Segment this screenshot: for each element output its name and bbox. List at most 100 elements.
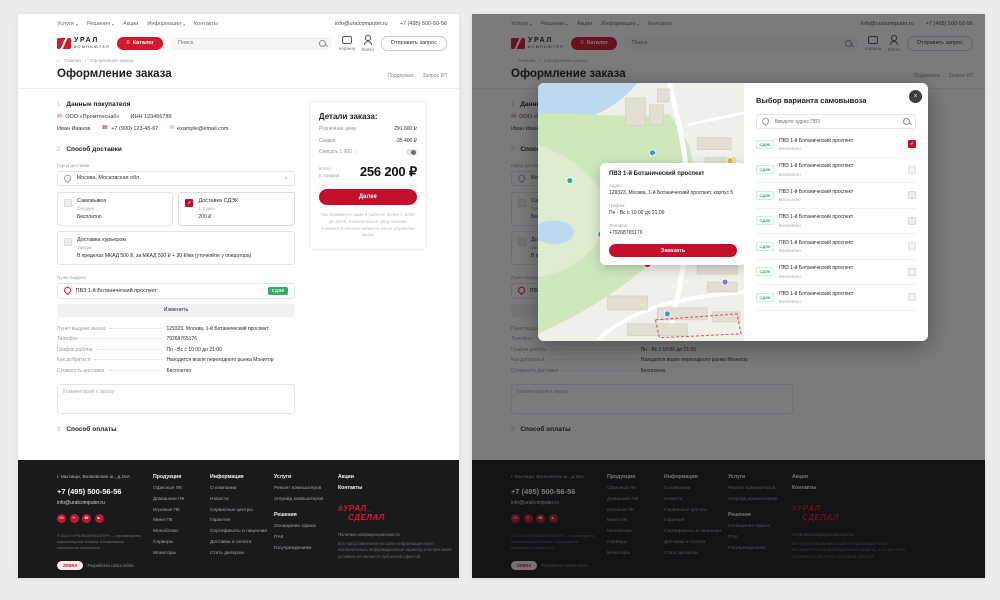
hashtag-logo: #УРАЛ_ СДЕЛАЛ xyxy=(338,504,458,522)
delivery-option-courier[interactable]: Доставка курьеромЗавтраВ пределах МКАД 5… xyxy=(57,231,295,265)
order-comment-input[interactable] xyxy=(57,384,295,414)
clear-icon[interactable]: × xyxy=(284,175,288,182)
pvz-search-input[interactable] xyxy=(773,118,900,126)
footer-link[interactable]: Стать дилером xyxy=(210,550,274,557)
bonus-toggle[interactable] xyxy=(406,149,417,155)
footer-link[interactable]: ПАК xyxy=(274,534,338,541)
footer-link[interactable]: Госучреждениям xyxy=(274,545,338,552)
footer-phone[interactable]: +7 (495) 500-56-56 xyxy=(57,487,153,496)
checkbox-unchecked[interactable] xyxy=(908,217,916,225)
login-button[interactable]: Войти xyxy=(362,35,374,52)
pickup-details: Пункт выдачи заказа129323, Москва, 1-й Б… xyxy=(57,326,295,374)
order-summary-card: Детали заказа: Розничная цена291 600 ₽ С… xyxy=(309,101,427,251)
customer-company: ООО «Промтехснаб» xyxy=(65,114,119,120)
footer-link[interactable]: Ремонт компьютеров xyxy=(274,485,338,492)
checkbox-unchecked[interactable] xyxy=(64,199,72,207)
pickup-map[interactable]: ПВЗ 1-й Ботанический проспект Адрес: 129… xyxy=(538,83,744,341)
order-here-button[interactable]: Заказать xyxy=(609,244,737,257)
pickup-list-item[interactable]: СДЭКПВЗ 1-й Ботанический проспектБесплат… xyxy=(756,209,916,235)
pickup-list-item[interactable]: СДЭКПВЗ 1-й Ботанический проспектБесплат… xyxy=(756,183,916,209)
catalog-label: Каталог xyxy=(133,40,154,46)
kp-request-link[interactable]: Запрос КП xyxy=(423,73,447,79)
next-button[interactable]: Далее xyxy=(319,189,417,205)
checkbox-checked[interactable]: ✓ xyxy=(185,199,193,207)
city-input[interactable] xyxy=(75,174,281,182)
checkbox-checked[interactable]: ✓ xyxy=(908,140,916,148)
catalog-button[interactable]: ≡Каталог xyxy=(117,37,163,50)
user-icon xyxy=(364,35,373,45)
search-icon[interactable] xyxy=(903,118,910,125)
checkbox-unchecked[interactable] xyxy=(64,238,72,246)
footer-link-contacts[interactable]: Контакты xyxy=(338,485,458,491)
site-footer: г. Мытищи, Волковское ш., д.15А +7 (495)… xyxy=(18,460,459,578)
pickup-modal: × xyxy=(538,83,928,341)
close-icon[interactable]: × xyxy=(909,90,922,103)
footer-link[interactable]: Мини ПК xyxy=(153,517,210,524)
support-link[interactable]: Поддержка xyxy=(387,73,413,79)
pickup-list-item[interactable]: СДЭКПВЗ 1-й Ботанический проспектБесплат… xyxy=(756,285,916,311)
footer-link-promos[interactable]: Акции xyxy=(338,474,458,480)
option-term: Сегодня xyxy=(77,206,106,211)
footer-email[interactable]: info@uralcomputer.ru xyxy=(57,500,153,506)
footer-link[interactable]: Игровые ПК xyxy=(153,507,210,514)
info-icon[interactable]: ⓘ xyxy=(354,149,359,155)
detail-row: Как добратьсяНаходится возле переходного… xyxy=(57,357,295,363)
checkbox-unchecked[interactable] xyxy=(908,166,916,174)
pickup-list-item[interactable]: СДЭКПВЗ 1-й Ботанический проспектБесплат… xyxy=(756,158,916,184)
delivery-option-cdek[interactable]: ✓ Доставка СДЭК1-3 дня200 ₽ xyxy=(178,192,294,226)
pickup-list-item[interactable]: СДЭКПВЗ 1-й Ботанический проспектБесплат… xyxy=(756,234,916,260)
footer-link[interactable]: Сервисные центры xyxy=(210,507,274,514)
footer-link[interactable]: Сертификаты и лицензии xyxy=(210,528,274,535)
footer-link[interactable]: Новости xyxy=(210,496,274,503)
pvz-search-bar xyxy=(756,114,916,129)
footer-link[interactable]: Оснащение офиса xyxy=(274,523,338,530)
schedule-value: Пн - Вс с 10:00 до 21:00 xyxy=(609,210,737,218)
youtube-icon[interactable]: ▶ xyxy=(95,514,104,523)
change-pickup-button[interactable]: Изменить xyxy=(57,304,295,317)
checkbox-unchecked[interactable] xyxy=(908,293,916,301)
screenshot-left-checkout: Услуги▾ Решения▾ Акции Информация▾ Конта… xyxy=(18,14,459,578)
bonus-label: Списать 1 000 xyxy=(319,149,352,155)
checkbox-unchecked[interactable] xyxy=(908,191,916,199)
pickup-list-item[interactable]: СДЭКПВЗ 1-й Ботанический проспектБесплат… xyxy=(756,260,916,286)
carrier-badge: СДЭК xyxy=(756,216,774,225)
search-input[interactable] xyxy=(176,39,315,47)
footer-link[interactable]: Мониторы xyxy=(153,550,210,557)
privacy-policy-link[interactable]: Политика конфиденциальности xyxy=(338,532,458,537)
footer-link[interactable]: Офисные ПК xyxy=(153,485,210,492)
footer-link[interactable]: Апгрейд компьютеров xyxy=(274,496,338,503)
vk-icon[interactable]: VK xyxy=(57,514,66,523)
delivery-option-pickup[interactable]: СамовывозСегодняБесплатно xyxy=(57,192,173,226)
city-field: × xyxy=(57,171,295,186)
carrier-badge: СДЭК xyxy=(756,165,774,174)
footer-disclaimer: Вся представленная на сайте информация н… xyxy=(338,541,454,560)
telegram-icon[interactable]: ✈ xyxy=(70,514,79,523)
header-main: УРАЛ КОМПЬЮТЕР ≡Каталог Корзина Войти От… xyxy=(18,27,459,52)
detail-row: График работыПн - Вс с 10:00 до 21:00 xyxy=(57,347,295,353)
footer-link[interactable]: О компании xyxy=(210,485,274,492)
chevron-down-icon: ▾ xyxy=(112,22,114,27)
footer-link[interactable]: Моноблоки xyxy=(153,528,210,535)
checkbox-unchecked[interactable] xyxy=(908,242,916,250)
delivery-section: 2Способ доставки Город доставки × Самовы… xyxy=(57,146,295,414)
footer-link[interactable]: Домашние ПК xyxy=(153,496,210,503)
customer-name: Иван Иванов xyxy=(57,126,90,132)
toggle-knob xyxy=(411,150,416,155)
customer-inn: ИНН 123456789 xyxy=(131,114,172,120)
carrier-badge: СДЭК xyxy=(756,267,774,276)
send-request-button[interactable]: Отправить запрос xyxy=(381,36,447,51)
checkbox-unchecked[interactable] xyxy=(908,268,916,276)
pickup-list-item[interactable]: СДЭКПВЗ 1-й Ботанический проспектБесплат… xyxy=(756,132,916,158)
whatsapp-icon[interactable]: ☎ xyxy=(82,514,91,523)
step-number: 1 xyxy=(57,102,60,108)
footer-link[interactable]: Серверы xyxy=(153,539,210,546)
brand-logo[interactable]: УРАЛ КОМПЬЮТЕР xyxy=(57,37,110,49)
cart-button[interactable]: Корзина xyxy=(339,36,355,51)
payment-section[interactable]: 3Способ оплаты xyxy=(57,426,295,445)
zebra-badge[interactable]: ZEBRA xyxy=(57,561,83,570)
carrier-badge: СДЭК xyxy=(268,287,288,295)
search-icon[interactable] xyxy=(319,40,326,47)
footer-link[interactable]: Доставка и оплата xyxy=(210,539,274,546)
footer-link[interactable]: Гарантия xyxy=(210,517,274,524)
pickup-point-row[interactable]: ПВЗ 1-й Ботанический проспект СДЭК xyxy=(57,283,295,299)
